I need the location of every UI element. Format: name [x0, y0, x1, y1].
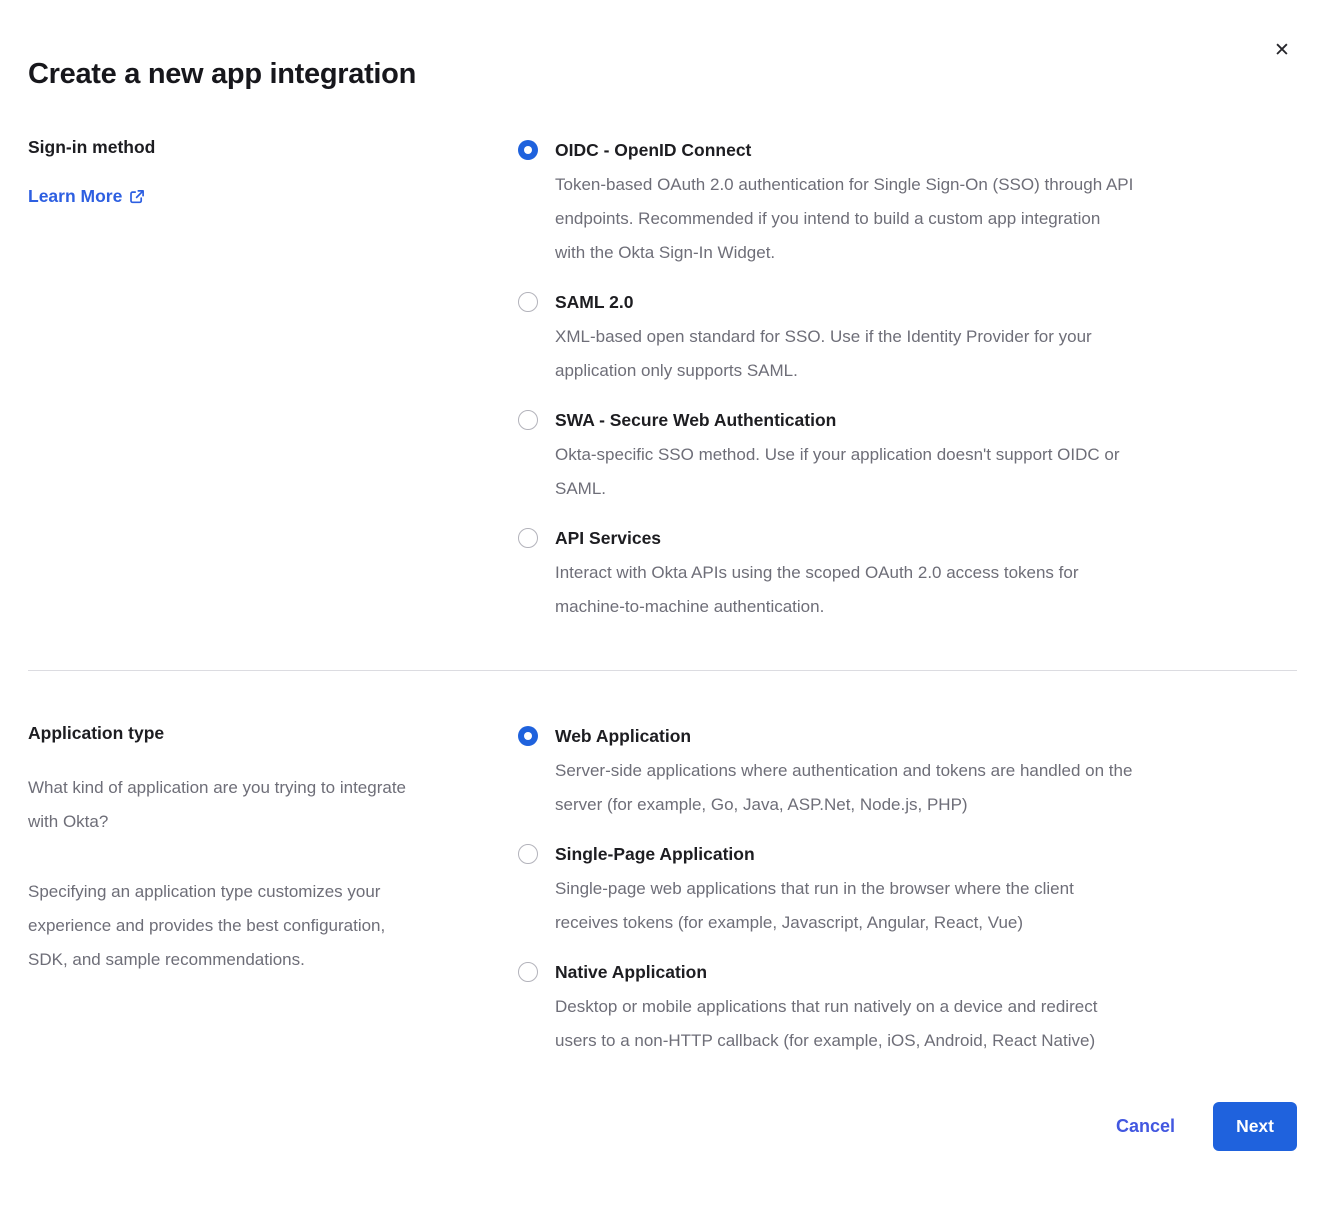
page-title: Create a new app integration	[28, 0, 1297, 91]
cancel-button[interactable]: Cancel	[1116, 1116, 1175, 1137]
radio-option-single-page-application[interactable]: Single-Page Application Single-page web …	[518, 839, 1297, 940]
option-text: Single-Page Application Single-page web …	[555, 839, 1297, 940]
option-description-saml: XML-based open standard for SSO. Use if …	[555, 320, 1297, 388]
close-icon[interactable]: ✕	[1268, 36, 1296, 64]
section-divider	[28, 670, 1297, 671]
radio-option-api-services[interactable]: API Services Interact with Okta APIs usi…	[518, 523, 1297, 624]
option-description-native-application: Desktop or mobile applications that run …	[555, 990, 1297, 1058]
option-label-single-page-application: Single-Page Application	[555, 839, 1297, 869]
radio-button-oidc[interactable]	[518, 140, 538, 160]
option-description-oidc: Token-based OAuth 2.0 authentication for…	[555, 168, 1297, 270]
option-text: SAML 2.0 XML-based open standard for SSO…	[555, 287, 1297, 388]
option-description-api-services: Interact with Okta APIs using the scoped…	[555, 556, 1297, 624]
radio-option-native-application[interactable]: Native Application Desktop or mobile app…	[518, 957, 1297, 1058]
learn-more-label: Learn More	[28, 186, 122, 207]
application-type-section: Application type What kind of applicatio…	[28, 721, 1297, 1058]
radio-button-swa[interactable]	[518, 410, 538, 430]
application-type-heading: Application type	[28, 721, 518, 745]
learn-more-link[interactable]: Learn More	[28, 186, 145, 207]
radio-button-saml[interactable]	[518, 292, 538, 312]
application-type-question: What kind of application are you trying …	[28, 771, 518, 839]
radio-button-api-services[interactable]	[518, 528, 538, 548]
option-label-saml: SAML 2.0	[555, 287, 1297, 317]
option-description-swa: Okta-specific SSO method. Use if your ap…	[555, 438, 1297, 506]
option-label-oidc: OIDC - OpenID Connect	[555, 135, 1297, 165]
signin-method-heading: Sign-in method	[28, 135, 518, 159]
radio-option-swa[interactable]: SWA - Secure Web Authentication Okta-spe…	[518, 405, 1297, 506]
application-type-left: Application type What kind of applicatio…	[28, 721, 518, 1058]
option-text: Web Application Server-side applications…	[555, 721, 1297, 822]
option-label-swa: SWA - Secure Web Authentication	[555, 405, 1297, 435]
radio-option-oidc[interactable]: OIDC - OpenID Connect Token-based OAuth …	[518, 135, 1297, 270]
application-type-explanation: Specifying an application type customize…	[28, 875, 518, 977]
create-app-integration-dialog: ✕ Create a new app integration Sign-in m…	[0, 0, 1332, 1210]
radio-option-saml[interactable]: SAML 2.0 XML-based open standard for SSO…	[518, 287, 1297, 388]
option-label-api-services: API Services	[555, 523, 1297, 553]
next-button[interactable]: Next	[1213, 1102, 1297, 1151]
signin-method-left: Sign-in method Learn More	[28, 135, 518, 624]
option-text: OIDC - OpenID Connect Token-based OAuth …	[555, 135, 1297, 270]
option-description-web-application: Server-side applications where authentic…	[555, 754, 1297, 822]
radio-button-single-page-application[interactable]	[518, 844, 538, 864]
signin-method-section: Sign-in method Learn More OIDC - OpenID …	[28, 135, 1297, 624]
dialog-footer: Cancel Next	[28, 1102, 1297, 1151]
option-description-single-page-application: Single-page web applications that run in…	[555, 872, 1297, 940]
radio-button-native-application[interactable]	[518, 962, 538, 982]
option-label-web-application: Web Application	[555, 721, 1297, 751]
option-label-native-application: Native Application	[555, 957, 1297, 987]
signin-method-options: OIDC - OpenID Connect Token-based OAuth …	[518, 135, 1297, 624]
option-text: API Services Interact with Okta APIs usi…	[555, 523, 1297, 624]
external-link-icon	[129, 189, 145, 205]
radio-option-web-application[interactable]: Web Application Server-side applications…	[518, 721, 1297, 822]
option-text: SWA - Secure Web Authentication Okta-spe…	[555, 405, 1297, 506]
application-type-options: Web Application Server-side applications…	[518, 721, 1297, 1058]
option-text: Native Application Desktop or mobile app…	[555, 957, 1297, 1058]
radio-button-web-application[interactable]	[518, 726, 538, 746]
